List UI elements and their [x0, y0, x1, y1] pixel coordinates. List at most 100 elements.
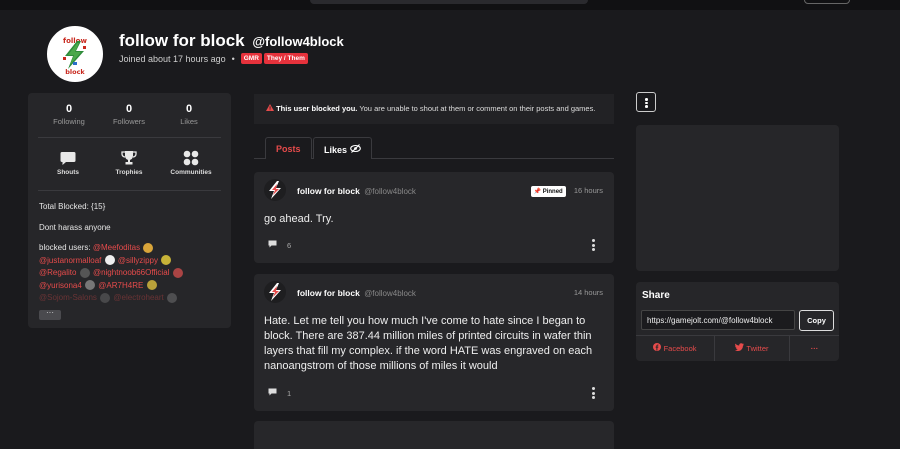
post-time[interactable]: 14 hours [574, 288, 603, 297]
blocked-notice: This user blocked you. You are unable to… [254, 94, 614, 124]
chat-bubble-icon [43, 150, 93, 166]
expand-bio-button[interactable]: ··· [39, 309, 61, 320]
user-avatar [85, 280, 96, 291]
comment-count: 1 [287, 388, 292, 398]
user-avatar [167, 292, 177, 303]
divider [38, 137, 221, 138]
post-card[interactable]: follow for block @follow4block 14 hours … [254, 274, 614, 411]
tab-posts[interactable]: Posts [265, 137, 312, 159]
profile-tabs: Posts Likes [254, 137, 614, 159]
stat-label: Likes [180, 117, 198, 126]
post-avatar[interactable] [264, 281, 286, 303]
author-handle: @follow4block [364, 187, 416, 196]
stat-label: Following [53, 117, 85, 126]
post-time[interactable]: 16 hours [574, 186, 603, 195]
tab-likes[interactable]: Likes [313, 137, 372, 159]
blocked-notice-text: You are unable to shout at them or comme… [357, 104, 596, 113]
post-card[interactable] [254, 421, 614, 449]
share-twitter-label: Twitter [746, 344, 769, 353]
post-meta: 📌 Pinned 16 hours [530, 186, 603, 197]
author-name: follow for block [297, 186, 360, 196]
post-body: Hate. Let me tell you how much I've come… [264, 315, 593, 372]
blocked-notice-bold: This user blocked you. [276, 104, 358, 113]
stat-likes[interactable]: 0 Likes [159, 103, 219, 126]
stat-following[interactable]: 0 Following [39, 103, 99, 126]
mention-link[interactable]: @electroheart [113, 293, 163, 302]
nav-communities[interactable]: Communities [166, 150, 216, 176]
comment-icon [268, 240, 277, 250]
share-facebook-button[interactable]: Facebook [636, 336, 714, 361]
user-avatar [146, 280, 157, 291]
profile-bio: Total Blocked: {15} Dont harass anyone b… [39, 201, 224, 305]
post-card[interactable]: follow for block @follow4block 📌 Pinned … [254, 172, 614, 263]
share-url-input[interactable] [641, 310, 795, 330]
user-avatar [143, 242, 154, 253]
username[interactable]: @follow4block [252, 34, 343, 49]
author-handle: @follow4block [364, 289, 416, 298]
stat-number: 0 [185, 103, 193, 115]
share-more-button[interactable]: ··· [790, 336, 839, 361]
nav-shouts[interactable]: Shouts [43, 150, 93, 176]
stat-followers[interactable]: 0 Followers [99, 103, 159, 126]
mention-link[interactable]: @sillyzippy [118, 256, 158, 265]
tab-label: Likes [324, 145, 348, 155]
avatar-bolt-icon: follow block [53, 32, 97, 76]
comment-icon [268, 388, 277, 398]
nav-label: Shouts [56, 169, 80, 176]
user-avatar [79, 267, 90, 278]
profile-title: follow for block @follow4block [119, 31, 344, 51]
comment-count: 6 [287, 240, 292, 250]
mention-link[interactable]: @yurisona4 [39, 281, 82, 290]
blocked-label: blocked users: [39, 243, 91, 252]
share-title: Share [642, 290, 670, 301]
eye-off-icon [349, 144, 361, 155]
post-options-icon[interactable] [592, 239, 596, 253]
post-meta: 14 hours [574, 288, 603, 297]
pinned-label: Pinned [542, 189, 563, 195]
user-avatar [172, 267, 183, 278]
svg-text:block: block [65, 68, 85, 76]
profile-meta: Joined about 17 hours ago • GMR They / T… [119, 53, 310, 64]
post-author[interactable]: follow for block @follow4block [297, 288, 416, 298]
mention-link[interactable]: @AR7H4RE [98, 281, 143, 290]
share-twitter-button[interactable]: Twitter [715, 336, 789, 361]
grid-dots-icon [166, 150, 216, 166]
display-name: follow for block [119, 31, 245, 50]
nav-trophies[interactable]: Trophies [104, 150, 154, 176]
stat-label: Followers [112, 117, 146, 126]
profile-avatar[interactable]: follow block [47, 26, 103, 82]
mention-link[interactable]: @nightnoob66Official [93, 268, 169, 277]
user-avatar [104, 255, 115, 266]
navbar-button[interactable] [804, 0, 850, 4]
search-input[interactable] [310, 0, 588, 4]
post-author[interactable]: follow for block @follow4block [297, 186, 416, 196]
tag-badge: GMR [240, 53, 262, 64]
profile-options-button[interactable] [636, 92, 656, 112]
share-links: Facebook Twitter ··· [636, 335, 839, 361]
pinned-badge: 📌 Pinned [530, 186, 566, 197]
mention-link[interactable]: @justanormalloaf [39, 256, 101, 265]
post-options-icon[interactable] [592, 387, 596, 401]
stat-number: 0 [65, 103, 73, 115]
warning-icon [266, 104, 276, 113]
bio-line: Total Blocked: {15} [39, 202, 106, 211]
user-avatar [100, 292, 111, 303]
comments-button[interactable]: 6 [268, 240, 291, 250]
divider [38, 190, 221, 191]
comments-button[interactable]: 1 [268, 388, 291, 398]
nav-label: Communities [170, 169, 212, 176]
pronoun-badge: They / Them [263, 53, 308, 64]
trophy-icon [104, 150, 154, 166]
profile-sidebar: 0 Following 0 Followers 0 Likes Shouts T… [28, 93, 231, 328]
share-facebook-label: Facebook [663, 344, 697, 353]
stat-number: 0 [125, 103, 133, 115]
mention-link[interactable]: @Meefoditas [93, 243, 140, 252]
blocked-users-list: blocked users: @Meefoditas @justanormall… [39, 242, 224, 305]
post-avatar[interactable] [264, 179, 286, 201]
lightning-icon [269, 283, 281, 301]
mention-link[interactable]: @Sojom-Salons [39, 293, 97, 302]
facebook-icon [653, 343, 663, 353]
separator-dot: • [231, 53, 235, 64]
copy-button[interactable]: Copy [799, 310, 834, 331]
mention-link[interactable]: @Regalito [39, 268, 76, 277]
